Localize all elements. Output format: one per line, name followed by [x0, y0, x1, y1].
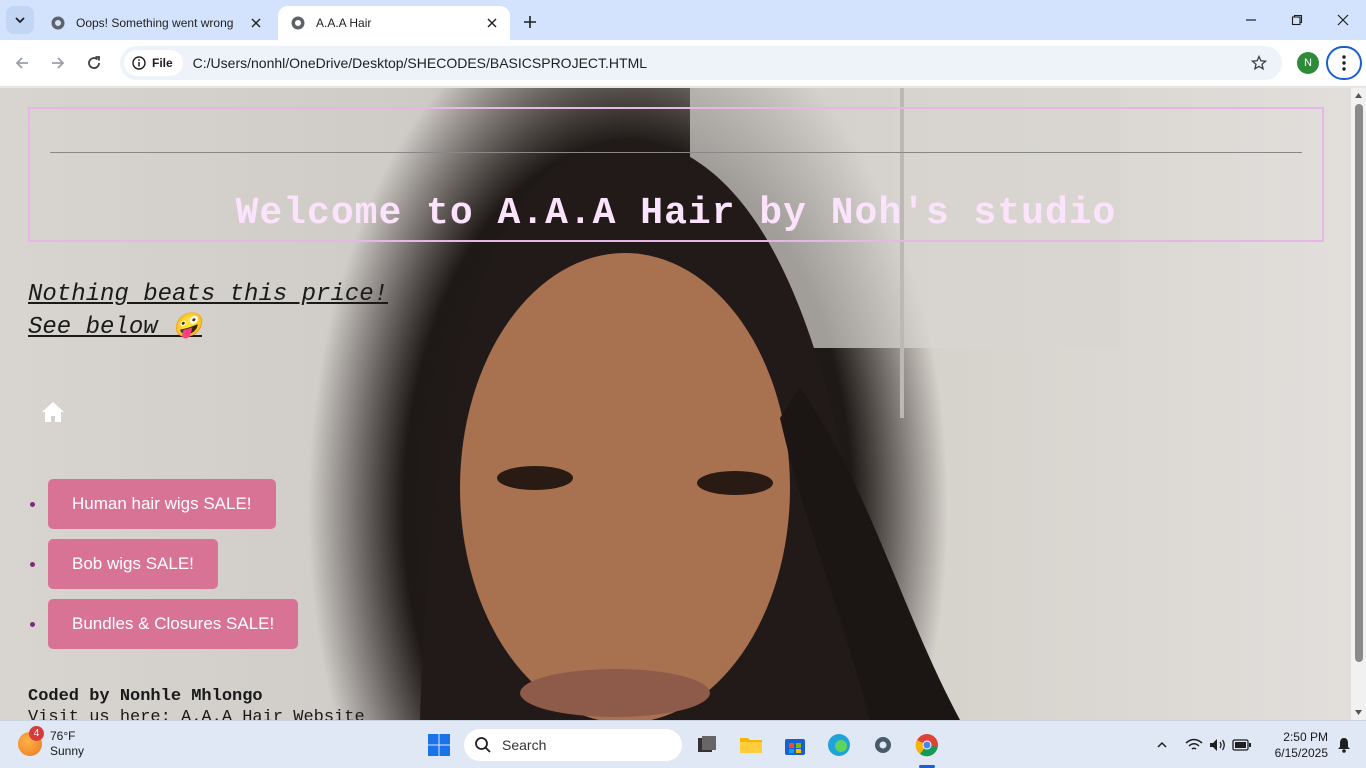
address-bar[interactable]: File C:/Users/nonhl/OneDrive/Desktop/SHE… — [120, 46, 1282, 80]
show-hidden-icons-button[interactable] — [1152, 735, 1172, 755]
reload-icon — [88, 56, 100, 69]
url-text[interactable]: C:/Users/nonhl/OneDrive/Desktop/SHECODES… — [193, 55, 1244, 71]
globe-icon — [291, 16, 305, 30]
volume-control[interactable] — [1208, 735, 1228, 755]
arrow-right-icon — [52, 57, 65, 69]
scroll-down-icon[interactable] — [1354, 708, 1363, 717]
list-bullet — [30, 621, 35, 627]
restore-icon — [1291, 14, 1303, 26]
microsoft-store-app[interactable] — [779, 729, 811, 761]
battery-status[interactable] — [1232, 735, 1252, 755]
list-bullet — [30, 501, 35, 507]
header-box: Welcome to A.A.A Hair by Noh's studio — [28, 107, 1324, 242]
new-tab-button[interactable] — [518, 10, 542, 34]
tagline: Nothing beats this price! See below 🤪 — [28, 278, 388, 344]
weather-condition: Sunny — [50, 744, 85, 758]
store-icon — [785, 739, 805, 755]
list-item: Human hair wigs SALE! — [30, 474, 298, 534]
task-view-app[interactable] — [691, 729, 723, 761]
wifi-status[interactable] — [1184, 735, 1204, 755]
profile-avatar[interactable]: N — [1297, 52, 1319, 74]
gear-icon — [875, 737, 891, 753]
reload-button[interactable] — [80, 49, 108, 77]
speaker-icon — [1210, 739, 1225, 751]
file-explorer-app[interactable] — [735, 729, 767, 761]
battery-icon — [1232, 739, 1251, 751]
wifi-icon — [1185, 738, 1203, 750]
tab-search-button[interactable] — [6, 6, 34, 34]
page-viewport: Welcome to A.A.A Hair by Noh's studio No… — [0, 88, 1351, 720]
page-title: Welcome to A.A.A Hair by Noh's studio — [235, 192, 1117, 235]
list-item: Bundles & Closures SALE! — [30, 594, 299, 654]
close-icon[interactable] — [248, 15, 264, 31]
list-item: Bob wigs SALE! — [30, 534, 298, 594]
chevron-up-icon — [1157, 741, 1167, 748]
weather-temp: 76°F — [50, 729, 76, 743]
chrome-app[interactable] — [911, 729, 943, 761]
close-icon — [1337, 14, 1349, 26]
search-placeholder: Search — [502, 737, 547, 753]
folder-icon — [740, 738, 762, 753]
site-info-chip[interactable]: File — [124, 50, 183, 76]
plus-icon — [524, 16, 536, 28]
weather-widget[interactable]: 4 76°F Sunny — [18, 726, 84, 759]
tab-title: Oops! Something went wrong — [76, 16, 234, 30]
restore-button[interactable] — [1274, 0, 1320, 40]
bundles-closures-sale-button[interactable]: Bundles & Closures SALE! — [48, 599, 299, 649]
human-hair-sale-button[interactable]: Human hair wigs SALE! — [48, 479, 276, 529]
tagline-line-1: Nothing beats this price! — [28, 281, 389, 308]
sun-icon: 4 — [18, 726, 44, 756]
info-icon — [132, 56, 146, 70]
footer-credit: Coded by Nonhle Mhlongo — [28, 687, 263, 706]
arrow-left-icon — [15, 57, 28, 69]
list-bullet — [30, 561, 35, 567]
home-icon[interactable] — [40, 400, 66, 424]
settings-app[interactable] — [867, 729, 899, 761]
weather-text: 76°F Sunny — [50, 729, 84, 759]
close-window-button[interactable] — [1320, 0, 1366, 40]
minimize-button[interactable] — [1228, 0, 1274, 40]
bookmark-button[interactable] — [1244, 48, 1274, 78]
notification-center[interactable] — [1334, 735, 1354, 755]
star-icon — [1251, 55, 1267, 71]
browser-menu-button[interactable] — [1326, 46, 1362, 80]
globe-icon — [51, 16, 65, 30]
task-view-icon — [698, 736, 716, 752]
minimize-icon — [1246, 19, 1256, 21]
close-icon[interactable] — [484, 15, 500, 31]
chrome-icon — [915, 734, 938, 757]
tagline-line-2: See below 🤪 — [28, 314, 202, 341]
clock-date: 6/15/2025 — [1274, 746, 1328, 760]
scroll-up-icon[interactable] — [1354, 91, 1363, 100]
scheme-label: File — [152, 56, 173, 70]
tab-title: A.A.A Hair — [316, 16, 372, 30]
browser-toolbar: File C:/Users/nonhl/OneDrive/Desktop/SHE… — [0, 40, 1366, 87]
page-scrollbar[interactable] — [1351, 88, 1366, 720]
header-divider — [50, 152, 1302, 153]
scroll-thumb[interactable] — [1355, 104, 1363, 662]
tab-oops[interactable]: Oops! Something went wrong — [38, 6, 274, 40]
tab-aaa-hair[interactable]: A.A.A Hair — [278, 6, 510, 40]
back-button[interactable] — [8, 49, 36, 77]
sale-list: Human hair wigs SALE! Bob wigs SALE! Bun… — [30, 474, 299, 654]
tab-strip: Oops! Something went wrong A.A.A Hair — [0, 0, 1366, 40]
taskbar-search[interactable]: Search — [464, 729, 682, 761]
edge-icon — [828, 734, 850, 756]
clock-time: 2:50 PM — [1283, 730, 1328, 744]
kebab-menu-icon — [1342, 55, 1346, 71]
edge-app[interactable] — [823, 729, 855, 761]
search-icon — [475, 737, 491, 753]
windows-start-icon[interactable] — [427, 733, 451, 757]
bob-wigs-sale-button[interactable]: Bob wigs SALE! — [48, 539, 218, 589]
notification-badge: 4 — [29, 726, 44, 741]
chevron-down-icon — [15, 17, 25, 24]
forward-button[interactable] — [44, 49, 72, 77]
taskbar: 4 76°F Sunny Search 2:50 PM 6/15/2025 — [0, 720, 1366, 768]
system-clock[interactable]: 2:50 PM 6/15/2025 — [1262, 729, 1328, 761]
footer-website-link[interactable]: Visit us here: A.A.A Hair Website — [28, 708, 365, 720]
bell-icon — [1338, 738, 1350, 753]
